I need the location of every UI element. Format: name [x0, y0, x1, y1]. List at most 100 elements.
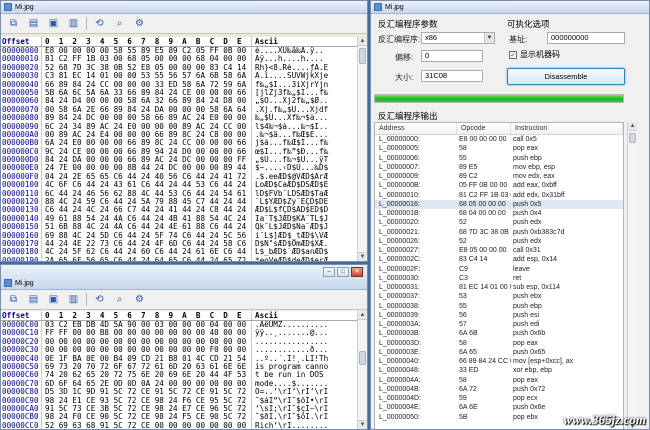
search-icon[interactable]: ⌕ [112, 16, 127, 31]
column-opcode[interactable]: Opcode [457, 123, 511, 134]
hex-row[interactable]: 00000060 84 24 D4 00 00 00 58 6A 32 66 89… [1, 97, 357, 106]
disassembly-scrollbar[interactable]: ▲ ▼ [627, 122, 637, 429]
disassembly-row[interactable]: L_00000027: E8 05 00 00 00 call 0x31 [375, 246, 623, 255]
hex-row[interactable]: 000000F0 04 24 2E 65 65 C6 44 24 40 56 C6… [1, 172, 357, 182]
scroll-up-icon[interactable]: ▲ [628, 122, 637, 131]
hex-row[interactable]: 00000000 E8 00 00 00 00 58 55 89 E5 89 C2… [1, 47, 357, 56]
disassembly-row[interactable]: L_00000048: 33 ED xor ebp, ebp [375, 366, 623, 375]
disassembly-row[interactable]: L_00000038: 55 push ebp [375, 302, 623, 311]
hex-view-bottom[interactable]: Offset 0 1 2 3 4 5 6 7 8 9 A B C D E F A… [1, 311, 357, 429]
disassembly-output-table[interactable]: Address Opcode Instruction L_00000000: E8… [374, 122, 624, 429]
hex-row[interactable]: 000001902A 65 6F 56 65 C6 44 24 64 65 C6… [1, 256, 357, 261]
hex-row[interactable]: 00000020 52 68 7D 3C 38 0B 52 E8 05 00 00… [1, 63, 357, 73]
column-instruction[interactable]: Instruction [511, 123, 623, 134]
hex-row[interactable]: 00000C20 00 00 00 00 00 00 00 00 00 00 00… [1, 337, 357, 347]
disassembly-row[interactable]: L_00000009: 89 C2 mov edx, eax [375, 172, 623, 181]
scroll-down-icon[interactable]: ▼ [358, 252, 367, 261]
hex-row[interactable]: 00000C60 74 20 62 65 20 72 75 6E 20 69 6E… [1, 371, 357, 380]
hex-row[interactable]: 00000C30 00 00 00 00 00 00 00 00 00 00 00… [1, 346, 357, 355]
copy-icon[interactable]: ⧉ [6, 16, 21, 31]
hex-row[interactable]: 00000150 51 6B 88 4C 24 4A C6 44 24 4E 61… [1, 223, 357, 232]
scroll-thumb[interactable] [629, 133, 636, 143]
close-button[interactable]: ✕ [351, 267, 363, 277]
refresh-icon[interactable]: ⟲ [92, 292, 107, 307]
paste-icon[interactable]: ▤ [26, 292, 41, 307]
hex-row[interactable]: 00000040 66 89 84 24 CC 00 00 00 33 ED 58… [1, 80, 357, 89]
disassembly-row[interactable]: L_0000003D: 58 pop eax [375, 339, 623, 348]
hex-row[interactable]: 00000C70 6D 6F 64 65 2E 0D 0D 0A 24 00 00… [1, 379, 357, 389]
hex-row[interactable]: 00000C40 0E 1F BA 0E 00 B4 09 CD 21 B8 01… [1, 354, 357, 363]
disassembly-row[interactable]: L_00000006: 55 push ebp [375, 154, 623, 163]
hex-row[interactable]: 00000100 4C 6F C6 44 24 43 61 C6 44 24 44… [1, 181, 357, 190]
refresh-icon[interactable]: ⟲ [92, 16, 107, 31]
disassembly-row[interactable]: L_00000040: 66 89 84 24 CC 00 00 00mov [e… [375, 357, 623, 366]
copy-icon[interactable]: ⧉ [6, 292, 21, 307]
disassembly-row[interactable]: L_00000039: 56 push esi [375, 311, 623, 320]
hex-row[interactable]: 000000A0 00 89 AC 24 E4 00 00 00 66 89 8C… [1, 130, 357, 140]
disassembly-row[interactable]: L_00000037: 53 push ebx [375, 292, 623, 301]
disassemble-button[interactable]: Disassemble [507, 68, 625, 85]
base-input[interactable]: 000000000 [547, 32, 625, 44]
disassembly-row[interactable]: L_0000003B: 6A 6B push 0x6b [375, 329, 623, 338]
disassembly-row[interactable]: L_0000001B: 68 04 00 00 00 push 0x4 [375, 209, 623, 218]
export-icon[interactable]: ▥ [66, 292, 81, 307]
scroll-thumb[interactable] [359, 351, 366, 365]
disassembler-titlebar[interactable]: Mi.jpg [371, 1, 649, 14]
hex-row[interactable]: 00000180 4C 24 5F 62 C6 44 24 60 C6 44 24… [1, 248, 357, 257]
hex-row[interactable]: 00000140 49 61 88 54 24 4A C6 44 24 4B 41… [1, 214, 357, 224]
scroll-down-icon[interactable]: ▼ [358, 420, 367, 429]
hex-row[interactable]: 00000CA0 91 5C 73 CE 3B 5C 72 CE 98 24 E7… [1, 404, 357, 414]
hex-row[interactable]: 000000D0 84 24 DA 00 00 00 66 89 AC 24 DC… [1, 156, 357, 165]
hex-view-top[interactable]: Offset 0 1 2 3 4 5 6 7 8 9 A B C D E F A… [1, 37, 357, 261]
hex-row[interactable]: 00000CB0 98 24 F0 CE 90 5C 72 CE 98 24 F5… [1, 413, 357, 422]
disassembly-row[interactable]: L_00000007: 89 E5 mov ebp, esp [375, 163, 623, 172]
disassembly-row[interactable]: L_0000003E: 6A 65 push 0x65 [375, 348, 623, 357]
disassembly-row[interactable]: L_00000016: 68 05 00 00 00 push 0x5 [375, 199, 623, 209]
hex-row[interactable]: 00000110 6C 44 24 46 56 62 88 4C 44 53 C6… [1, 189, 357, 199]
disassembly-row[interactable]: L_00000000: E8 00 00 00 00 call 0x5 [375, 135, 623, 144]
settings-icon[interactable]: ⚙ [132, 292, 147, 307]
disassembly-row[interactable]: L_00000026: 52 push edx [375, 237, 623, 246]
hex-top-scrollbar[interactable]: ▲ ▼ [357, 37, 367, 261]
save-icon[interactable]: ▣ [46, 292, 61, 307]
maximize-button[interactable]: □ [337, 267, 349, 277]
hex-row[interactable]: 00000C10 FF FF 00 00 B8 00 00 00 00 00 00… [1, 329, 357, 338]
hex-row[interactable]: 00000070 00 58 6A 2E 66 89 84 24 DA 00 00… [1, 105, 357, 115]
settings-icon[interactable]: ⚙ [132, 16, 147, 31]
hex-row[interactable]: 00000C80 D5 3D 1C 9D 91 5C 72 CE 91 5C 72… [1, 388, 357, 397]
disassembly-row[interactable]: L_0000000B: 05 FF 0B 00 00 add eax, 0xbff [375, 181, 623, 190]
hex-bottom-scrollbar[interactable]: ▲ ▼ [357, 311, 367, 429]
column-address[interactable]: Address [375, 123, 457, 134]
hex-row[interactable]: 00000CC0 52 69 63 68 91 5C 72 CE 00 00 00… [1, 421, 357, 429]
show-machine-code-checkbox[interactable]: ✓ 显示机器码 [509, 49, 560, 60]
hex-row[interactable]: 000000E0 24 7E 00 00 00 00 8B 44 24 DC 00… [1, 164, 357, 173]
disassembly-row[interactable]: L_00000020: 52 push edx [375, 218, 623, 227]
disassembly-row[interactable]: L_00000021: 68 7D 3C 38 0B push 0xb383c7d [375, 228, 623, 237]
scroll-thumb[interactable] [359, 48, 366, 64]
scroll-up-icon[interactable]: ▲ [358, 37, 367, 46]
save-icon[interactable]: ▣ [46, 16, 61, 31]
disassembly-row[interactable]: L_00000010: 81 C2 FF 1B 03 00add edx, 0x3… [375, 191, 623, 200]
disassembly-row[interactable]: L_0000002F: C9 leave [375, 265, 623, 274]
disassembly-row[interactable]: L_00000031: 81 EC 14 01 00 00sub esp, 0x1… [375, 283, 623, 292]
hex-row[interactable]: 00000030 C3 81 EC 14 01 00 00 53 55 56 57… [1, 72, 357, 81]
hex-row[interactable]: 00000090 6C 24 34 89 AC 24 E0 00 00 00 89… [1, 122, 357, 131]
disassembly-row[interactable]: L_0000004B: 6A 72 push 0x72 [375, 385, 623, 394]
hex-row[interactable]: 00000C50 69 73 20 70 72 6F 67 72 61 6D 20… [1, 362, 357, 372]
disassembly-row[interactable]: L_00000030: C3 ret [375, 274, 623, 283]
hex-row[interactable]: 00000120 88 4C 24 59 C6 44 24 5A 79 88 45… [1, 198, 357, 207]
hex-row[interactable]: 00000170 44 24 4E 22 73 C6 44 24 4F 6D C6… [1, 239, 357, 249]
hex-row[interactable]: 00000C90 98 24 E1 CE 93 5C 72 CE 98 24 F6… [1, 396, 357, 405]
disassembly-row[interactable]: L_00000005: 58 pop eax [375, 144, 623, 153]
offset-input[interactable]: 0 [421, 50, 483, 62]
export-icon[interactable]: ▥ [66, 16, 81, 31]
hex-row[interactable]: 000000C0 9C 24 CE 00 00 00 66 89 94 24 D0… [1, 147, 357, 157]
disassembly-row[interactable]: L_0000004A: 58 pop eax [375, 376, 623, 385]
hex-row[interactable]: 00000C00 03 C2 EB DB 4D 5A 90 00 03 00 00… [1, 321, 357, 330]
checkbox-checked-icon[interactable]: ✓ [509, 50, 517, 59]
chevron-down-icon[interactable]: ▼ [484, 33, 494, 43]
search-icon[interactable]: ⌕ [112, 292, 127, 307]
engine-select[interactable]: x86 ▼ [421, 32, 495, 44]
size-input[interactable]: 31C08 [421, 70, 483, 82]
disassembly-row[interactable]: L_0000004D: 59 pop ecx [375, 394, 623, 403]
